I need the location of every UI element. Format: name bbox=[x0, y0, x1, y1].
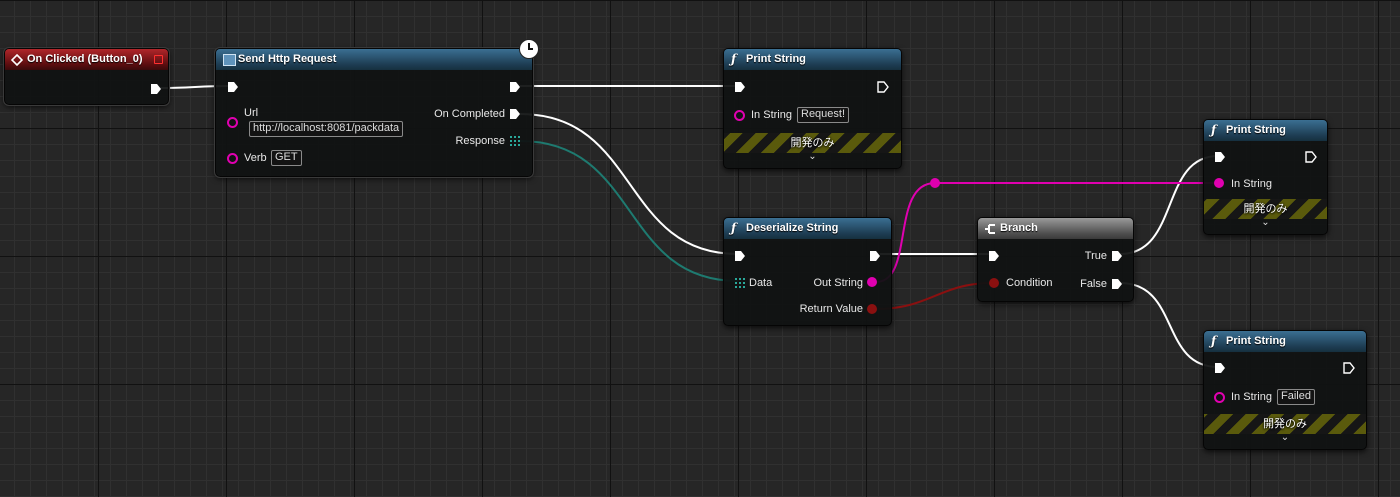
wire-layer bbox=[159, 85, 1219, 368]
exec-in-pin[interactable] bbox=[988, 250, 1000, 262]
in-string-input[interactable]: Failed bbox=[1277, 389, 1315, 405]
function-f-icon: ƒ bbox=[731, 52, 737, 66]
chevron-down-icon[interactable]: ⌄ bbox=[1204, 217, 1327, 228]
exec-in-pin[interactable] bbox=[734, 250, 746, 262]
exec-out-pin[interactable] bbox=[869, 250, 881, 262]
true-exec-pin[interactable] bbox=[1111, 250, 1123, 262]
print-string-node-1[interactable]: ƒ Print String In String Request! 開発のみ ⌄ bbox=[723, 48, 902, 169]
deserialize-string-header[interactable]: ƒ Deserialize String bbox=[724, 218, 891, 239]
false-exec-pin[interactable] bbox=[1111, 278, 1123, 290]
print-string-3-title: Print String bbox=[1226, 335, 1286, 347]
on-clicked-event-node[interactable]: On Clicked (Button_0) bbox=[3, 47, 170, 106]
exec-in-pin[interactable] bbox=[227, 81, 239, 93]
verb-pin-label: Verb bbox=[244, 152, 267, 164]
print-string-1-header[interactable]: ƒ Print String bbox=[724, 49, 901, 70]
bool-wire-return-to-condition[interactable] bbox=[875, 282, 993, 310]
on-completed-label: On Completed bbox=[434, 108, 505, 120]
function-f-icon: ƒ bbox=[731, 221, 737, 235]
false-label: False bbox=[1080, 278, 1107, 290]
in-string-label: In String bbox=[751, 109, 792, 121]
branch-title: Branch bbox=[1000, 222, 1038, 234]
in-string-label: In String bbox=[1231, 391, 1272, 403]
development-only-banner: 開発のみ bbox=[1204, 199, 1327, 219]
true-label: True bbox=[1084, 250, 1107, 262]
development-only-banner: 開発のみ bbox=[724, 133, 901, 153]
exec-in-pin[interactable] bbox=[1214, 362, 1226, 374]
exec-out-pin[interactable] bbox=[509, 81, 521, 93]
blueprint-graph[interactable]: On Clicked (Button_0) Send Http Request … bbox=[0, 0, 1400, 497]
string-wire-reroute-knot[interactable] bbox=[930, 178, 940, 188]
print-string-2-title: Print String bbox=[1226, 124, 1286, 136]
print-string-node-2[interactable]: ƒ Print String In String 開発のみ ⌄ bbox=[1203, 119, 1328, 235]
send-http-request-node[interactable]: Send Http Request Url http://localhost:8… bbox=[214, 47, 534, 178]
branch-node[interactable]: Branch Condition True False bbox=[977, 217, 1134, 302]
output-delegate-pin[interactable] bbox=[154, 55, 163, 64]
exec-wire-completed-to-deserialize[interactable] bbox=[519, 113, 739, 255]
chevron-down-icon[interactable]: ⌄ bbox=[1204, 432, 1366, 443]
condition-label: Condition bbox=[1006, 277, 1053, 289]
verb-input[interactable]: GET bbox=[271, 150, 302, 166]
in-string-pin[interactable] bbox=[734, 110, 745, 121]
exec-out-pin[interactable] bbox=[1305, 151, 1317, 163]
exec-out-pin[interactable] bbox=[150, 83, 162, 95]
data-struct-pin[interactable] bbox=[735, 278, 745, 288]
exec-out-pin[interactable] bbox=[1343, 362, 1355, 374]
deserialize-string-title: Deserialize String bbox=[746, 222, 839, 234]
branch-icon bbox=[985, 224, 995, 234]
function-f-icon: ƒ bbox=[1211, 334, 1217, 348]
out-string-label: Out String bbox=[813, 277, 863, 289]
condition-pin[interactable] bbox=[989, 278, 999, 288]
in-string-input[interactable]: Request! bbox=[797, 107, 850, 123]
out-string-pin[interactable] bbox=[867, 277, 877, 287]
return-value-label: Return Value bbox=[799, 303, 863, 315]
struct-wire-response-to-data[interactable] bbox=[519, 140, 739, 282]
on-completed-exec-pin[interactable] bbox=[509, 108, 521, 120]
exec-out-pin[interactable] bbox=[877, 81, 889, 93]
in-string-pin[interactable] bbox=[1214, 392, 1225, 403]
in-string-label: In String bbox=[1231, 178, 1272, 190]
function-f-icon: ƒ bbox=[1211, 123, 1217, 137]
diamond-event-icon bbox=[11, 54, 23, 66]
clock-icon bbox=[519, 39, 539, 59]
data-label: Data bbox=[749, 277, 773, 289]
exec-in-pin[interactable] bbox=[1214, 151, 1226, 163]
url-pin-label: Url bbox=[244, 107, 259, 119]
print-string-node-3[interactable]: ƒ Print String In String Failed 開発のみ ⌄ bbox=[1203, 330, 1367, 450]
print-string-3-header[interactable]: ƒ Print String bbox=[1204, 331, 1366, 352]
url-input[interactable]: http://localhost:8081/packdata bbox=[249, 121, 404, 137]
print-string-2-header[interactable]: ƒ Print String bbox=[1204, 120, 1327, 141]
response-label: Response bbox=[455, 135, 505, 147]
send-http-request-header[interactable]: Send Http Request bbox=[216, 49, 532, 70]
send-http-request-title: Send Http Request bbox=[238, 53, 337, 65]
on-clicked-header[interactable]: On Clicked (Button_0) bbox=[5, 49, 168, 70]
response-struct-pin[interactable] bbox=[510, 136, 520, 146]
url-pin[interactable] bbox=[227, 117, 238, 128]
verb-pin[interactable] bbox=[227, 153, 238, 164]
print-string-1-title: Print String bbox=[746, 53, 806, 65]
on-clicked-title: On Clicked (Button_0) bbox=[27, 53, 143, 65]
http-node-icon bbox=[223, 54, 236, 66]
deserialize-string-node[interactable]: ƒ Deserialize String Data Out String Ret… bbox=[723, 217, 892, 326]
development-only-banner: 開発のみ bbox=[1204, 414, 1366, 434]
chevron-down-icon[interactable]: ⌄ bbox=[724, 151, 901, 162]
exec-in-pin[interactable] bbox=[734, 81, 746, 93]
in-string-pin[interactable] bbox=[1214, 178, 1224, 188]
branch-header[interactable]: Branch bbox=[978, 218, 1133, 239]
return-value-pin[interactable] bbox=[867, 304, 877, 314]
